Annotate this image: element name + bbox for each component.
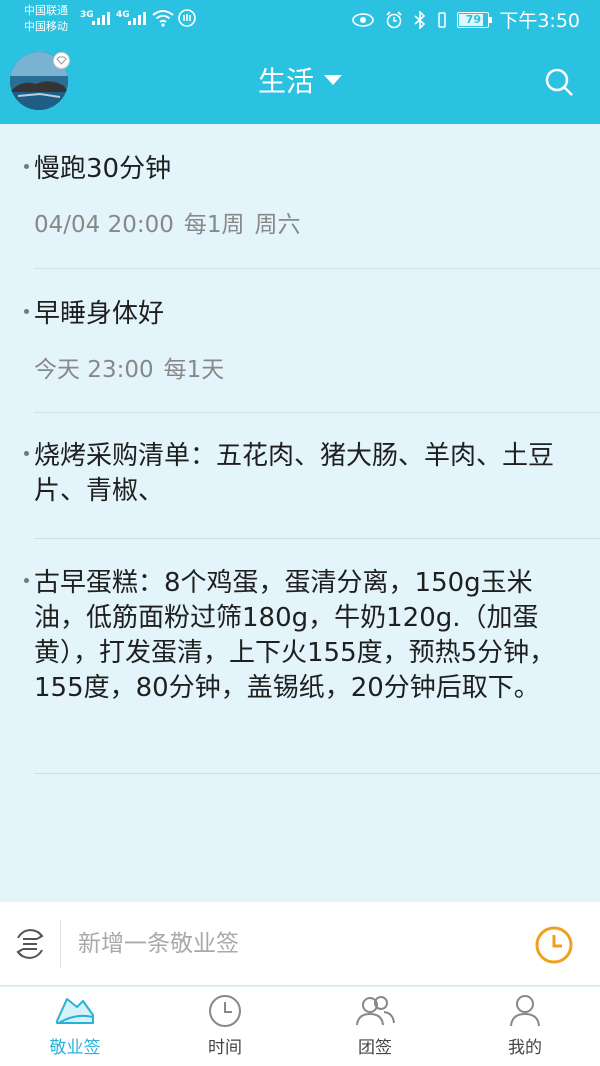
note-item[interactable]: 慢跑30分钟 04/04 20:00 每1周 周六 — [24, 124, 600, 269]
tab-me[interactable]: 我的 — [450, 987, 600, 1066]
note-title: 早睡身体好 — [34, 299, 165, 329]
note-day: 周六 — [254, 212, 301, 238]
signal-icon — [128, 12, 146, 25]
carrier-labels: 中国联通 中国移动 — [24, 3, 68, 35]
gesture-icon — [178, 9, 196, 27]
carrier-2: 中国移动 — [24, 20, 68, 33]
bullet-icon — [24, 578, 29, 583]
sync-list-icon[interactable] — [10, 924, 50, 964]
note-icon — [56, 998, 94, 1024]
alarm-icon — [386, 10, 402, 28]
note-repeat: 每1周 — [183, 212, 245, 238]
status-time: 下午3:50 — [499, 10, 580, 32]
note-list: 慢跑30分钟 04/04 20:00 每1周 周六 早睡身体好 今天 23:00 每1… — [0, 124, 600, 774]
wifi-icon — [152, 10, 174, 27]
tab-label: 敬业签 — [49, 1038, 101, 1058]
vibrate-icon — [438, 11, 447, 28]
bullet-icon — [24, 164, 29, 169]
signal-icon — [92, 12, 110, 25]
tab-notes[interactable]: 敬业签 — [0, 987, 150, 1066]
note-repeat: 每1天 — [163, 357, 225, 383]
note-meta: 04/04 20:00 每1周 周六 — [34, 205, 600, 239]
person-icon — [510, 995, 540, 1027]
category-dropdown[interactable]: 生活 — [0, 60, 600, 104]
note-item[interactable]: 早睡身体好 今天 23:00 每1天 — [24, 269, 600, 413]
app-top-area: 中国联通 中国移动 3G 4G 79 下午3:50 生活 — [0, 0, 600, 124]
tab-label: 时间 — [208, 1038, 242, 1058]
battery-level: 79 — [465, 13, 481, 26]
note-date: 今天 23:00 — [34, 357, 154, 383]
note-title: 烧烤采购清单：五花肉、猪大肠、羊肉、土豆片、青椒、 — [34, 441, 555, 506]
carrier-1: 中国联通 — [24, 4, 68, 17]
page-title: 生活 — [257, 65, 314, 98]
chevron-down-icon — [324, 75, 342, 85]
battery-indicator: 79 — [457, 11, 493, 28]
search-icon[interactable] — [543, 66, 575, 98]
new-note-input[interactable]: 新增一条敬业签 — [78, 902, 239, 986]
quick-add-bar: 新增一条敬业签 — [0, 902, 600, 986]
eye-icon — [352, 12, 375, 27]
status-bar: 中国联通 中国移动 3G 4G 79 下午3:50 — [0, 0, 600, 40]
clock-icon — [209, 995, 241, 1027]
tab-group[interactable]: 团签 — [300, 987, 450, 1066]
tab-label: 我的 — [508, 1038, 542, 1058]
bottom-tab-bar: 敬业签 时间 团签 我的 — [0, 987, 600, 1066]
tab-label: 团签 — [358, 1038, 392, 1058]
reminder-clock-icon[interactable] — [534, 925, 574, 965]
note-title: 慢跑30分钟 — [34, 154, 172, 184]
divider — [60, 920, 61, 968]
note-title: 古早蛋糕：8个鸡蛋，蛋清分离，150g玉米油，低筋面粉过筛180g，牛奶120g… — [34, 568, 556, 703]
bullet-icon — [24, 309, 29, 314]
note-item[interactable]: 古早蛋糕：8个鸡蛋，蛋清分离，150g玉米油，低筋面粉过筛180g，牛奶120g… — [24, 539, 600, 774]
tab-time[interactable]: 时间 — [150, 987, 300, 1066]
bluetooth-icon — [414, 10, 426, 29]
group-icon — [356, 996, 395, 1026]
note-date: 04/04 20:00 — [34, 212, 174, 238]
note-meta: 今天 23:00 每1天 — [34, 350, 600, 384]
status-right-group: 79 下午3:50 — [351, 6, 580, 33]
note-item[interactable]: 烧烤采购清单：五花肉、猪大肠、羊肉、土豆片、青椒、 — [24, 413, 600, 539]
bullet-icon — [24, 451, 29, 456]
